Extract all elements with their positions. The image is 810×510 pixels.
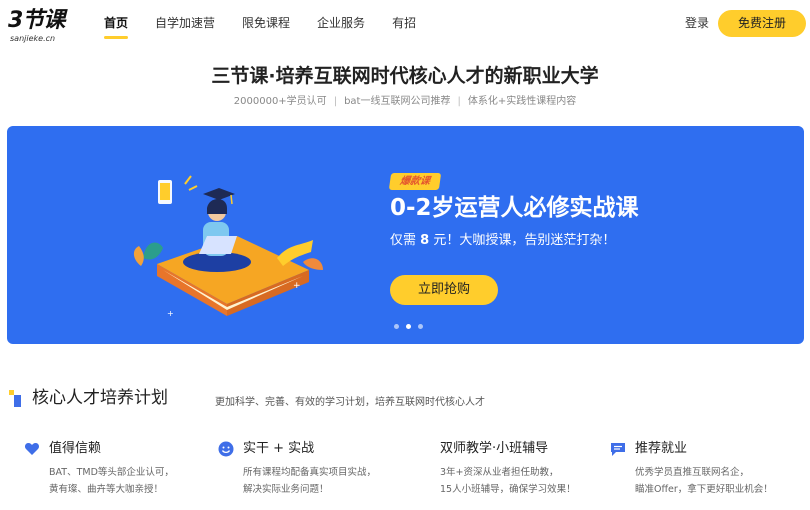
feature-desc-line: 黄有璨、曲卉等大咖亲授！	[49, 484, 164, 495]
nav-item-self-study[interactable]: 自学加速营	[155, 0, 215, 48]
feature-title: 双师教学·小班辅导	[440, 441, 549, 456]
feature-desc-line: BAT、TMD等头部企业认可，	[49, 467, 174, 478]
feature-description: BAT、TMD等头部企业认可， 黄有璨、曲卉等大咖亲授！	[49, 464, 174, 498]
banner-title: 0-2岁运营人必修实战课	[390, 195, 639, 221]
feature-title: 值得信赖	[49, 441, 102, 456]
feature-desc-line: 优秀学员直推互联网名企，	[635, 467, 750, 478]
promo-banner[interactable]: + + 爆款课 0-2岁运营人必修实战课 仅需 8 元！大咖授课，告别迷茫打杂！…	[7, 126, 804, 344]
carousel-dots	[394, 324, 430, 329]
hot-course-badge: 爆款课	[388, 173, 442, 190]
carousel-dot-active[interactable]	[406, 324, 411, 329]
chat-icon	[611, 443, 625, 456]
student-illustration: + +	[133, 175, 323, 318]
feature-practice: 实干 + 实战 所有课程均配备真实项目实战， 解决实际业务问题！	[218, 440, 408, 510]
feature-description: 3年+资深从业者担任助教， 15人小班辅导，确保学习效果！	[440, 464, 576, 498]
login-link[interactable]: 登录	[685, 15, 709, 31]
buy-now-button[interactable]: 立即抢购	[390, 275, 498, 305]
banner-price: 8	[420, 233, 430, 248]
carousel-dot[interactable]	[418, 324, 423, 329]
feature-trustworthy: 值得信赖 BAT、TMD等头部企业认可， 黄有璨、曲卉等大咖亲授！	[24, 440, 214, 510]
heart-icon	[24, 443, 40, 455]
nav-item-recruit[interactable]: 有招	[392, 0, 416, 48]
feature-description: 优秀学员直推互联网名企， 瞄准Offer，拿下更好职业机会！	[635, 464, 773, 498]
svg-text:+: +	[167, 309, 174, 318]
section-description: 更加科学、完善、有效的学习计划，培养互联网时代核心人才	[215, 397, 485, 408]
feature-desc-line: 15人小班辅导，确保学习效果！	[440, 484, 576, 495]
feature-title: 推荐就业	[635, 441, 688, 456]
section-mark-icon	[9, 390, 21, 407]
feature-description: 所有课程均配备真实项目实战， 解决实际业务问题！	[243, 464, 376, 498]
page-subtitle: 2000000+学员认可 | bat一线互联网公司推荐 | 体系化+实践性课程内容	[0, 95, 810, 109]
feature-desc-line: 所有课程均配备真实项目实战，	[243, 467, 377, 478]
banner-desc-prefix: 仅需	[390, 233, 421, 248]
feature-desc-line: 瞄准Offer，拿下更好职业机会！	[635, 484, 773, 495]
feature-desc-line: 解决实际业务问题！	[243, 484, 329, 495]
feature-title: 实干 + 实战	[243, 441, 315, 456]
feature-employment: 推荐就业 优秀学员直推互联网名企， 瞄准Offer，拿下更好职业机会！	[610, 440, 800, 510]
feature-dual-teacher: 双师教学·小班辅导 3年+资深从业者担任助教， 15人小班辅导，确保学习效果！	[415, 440, 605, 510]
section-title: 核心人才培养计划	[32, 388, 168, 408]
nav-item-enterprise[interactable]: 企业服务	[317, 0, 365, 48]
register-button[interactable]: 免费注册	[718, 10, 806, 37]
svg-text:+: +	[293, 281, 301, 291]
subtitle-item: bat一线互联网公司推荐	[344, 96, 451, 107]
logo-domain: sanjieke.cn	[10, 34, 56, 43]
banner-description: 仅需 8 元！大咖授课，告别迷茫打杂！	[390, 232, 615, 250]
logo-text: 3节课	[8, 8, 65, 33]
banner-desc-suffix: 元！大咖授课，告别迷茫打杂！	[429, 233, 616, 248]
page-title: 三节课·培养互联网时代核心人才的新职业大学	[211, 65, 599, 87]
smile-icon	[218, 441, 234, 457]
subtitle-item: 2000000+学员认可	[233, 96, 327, 107]
carousel-dot[interactable]	[394, 324, 399, 329]
site-logo[interactable]: 3节课 sanjieke.cn	[8, 8, 72, 44]
nav-item-home[interactable]: 首页	[104, 0, 129, 48]
nav-item-free-courses[interactable]: 限免课程	[242, 0, 290, 48]
subtitle-item: 体系化+实践性课程内容	[467, 96, 577, 107]
feature-desc-line: 3年+资深从业者担任助教，	[440, 467, 559, 478]
subtitle-divider: |	[333, 96, 338, 107]
subtitle-divider: |	[457, 96, 461, 107]
top-header: 3节课 sanjieke.cn 首页 自学加速营 限免课程 企业服务 有招 登录…	[0, 0, 810, 48]
main-nav: 首页 自学加速营 限免课程 企业服务 有招	[104, 0, 443, 48]
